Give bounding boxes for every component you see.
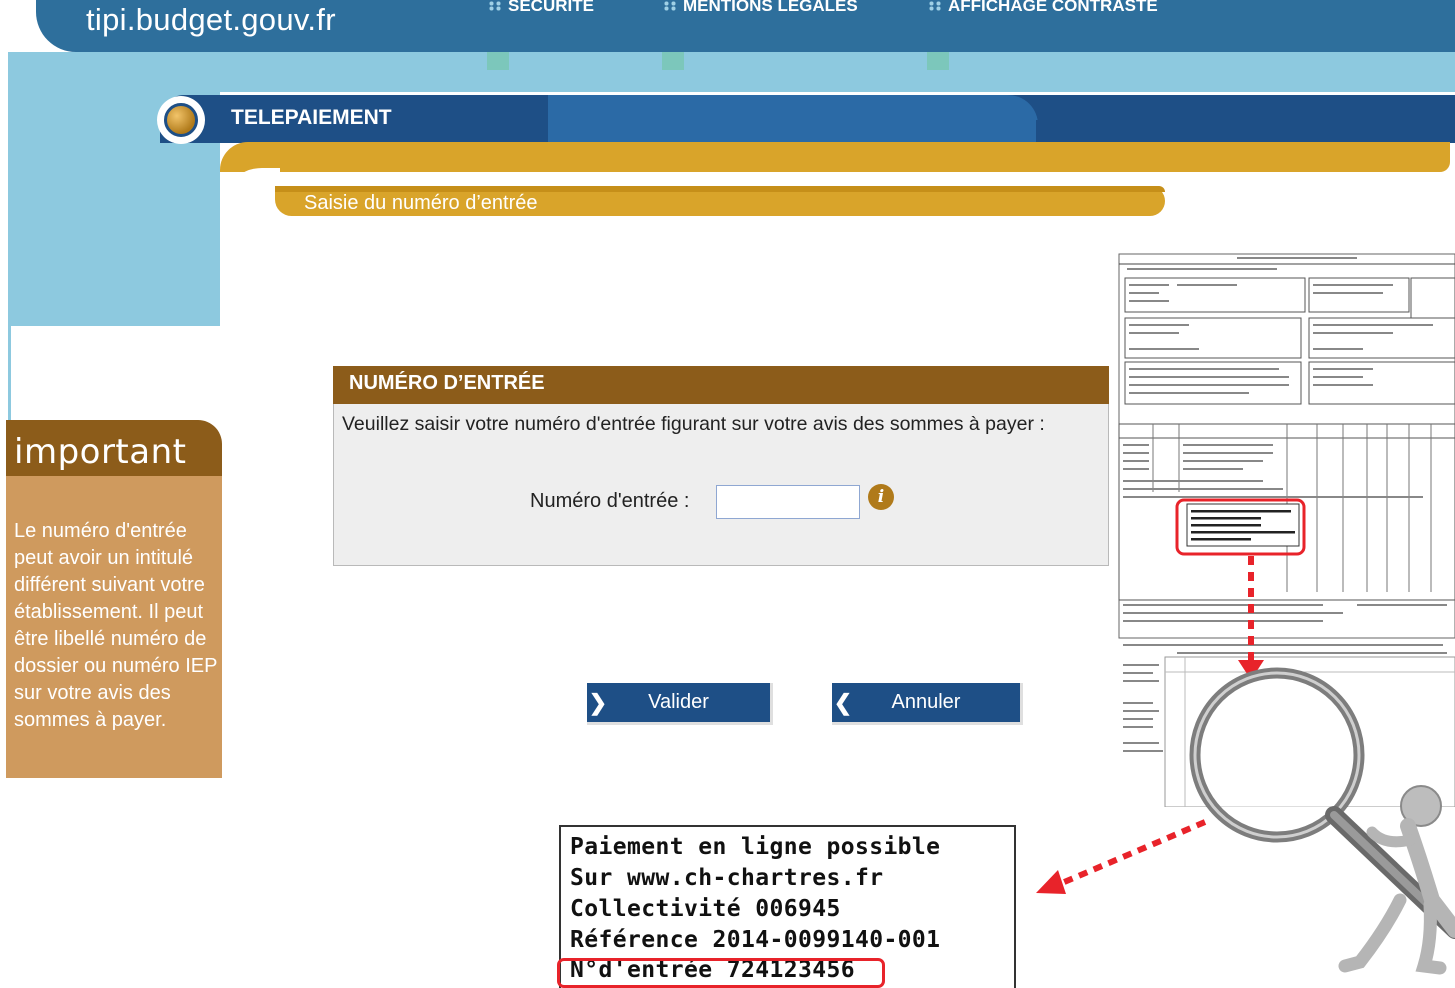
dots-icon (928, 1, 942, 11)
info-icon[interactable]: i (868, 484, 894, 510)
zoom-line-website: Sur www.ch-chartres.fr (570, 865, 884, 891)
important-text: Le numéro d'entrée peut avoir un intitul… (14, 520, 218, 731)
link-label: AFFICHAGE CONTRASTE (948, 0, 1158, 15)
payment-notice-scan (1117, 252, 1455, 807)
zoom-line-online-payment: Paiement en ligne possible (570, 834, 941, 860)
content-corner (220, 168, 280, 328)
entry-number-input[interactable] (716, 485, 860, 519)
link-label: SECURITE (508, 0, 594, 15)
entry-number-highlight (557, 958, 885, 988)
left-column-edge (8, 326, 223, 422)
dots-icon (488, 1, 502, 11)
nav-band-strip (1036, 120, 1455, 143)
cancel-button[interactable]: ❮ Annuler (832, 683, 1023, 725)
site-name[interactable]: tipi.budget.gouv.fr (86, 2, 336, 38)
link-tab-stub (662, 52, 684, 70)
chevron-right-icon: ❯ (588, 689, 608, 715)
nav-band-highlight (548, 95, 1038, 143)
entry-number-label: Numéro d'entrée : (530, 490, 690, 512)
entry-instruction: Veuillez saisir votre numéro d'entrée fi… (342, 413, 1045, 435)
zoom-line-collectivite: Collectivité 006945 (570, 896, 841, 922)
cancel-label: Annuler (891, 691, 961, 713)
link-securite[interactable]: SECURITE (488, 0, 594, 16)
link-label: MENTIONS LEGALES (683, 0, 858, 15)
validate-label: Valider (648, 691, 709, 713)
link-tab-stub (487, 52, 509, 70)
dots-icon (663, 1, 677, 11)
header-teal-band (8, 52, 1455, 92)
gold-band (220, 142, 1450, 172)
link-mentions-legales[interactable]: MENTIONS LEGALES (663, 0, 858, 16)
link-affichage-contraste[interactable]: AFFICHAGE CONTRASTE (928, 0, 1158, 16)
band-gap (220, 172, 1455, 182)
arrow-head-left-icon (1036, 870, 1066, 894)
validate-button[interactable]: ❯ Valider (587, 683, 773, 725)
nav-title: TELEPAIEMENT (231, 106, 392, 129)
chevron-left-icon: ❮ (833, 689, 853, 715)
zoom-line-reference: Référence 2014-0099140-001 (570, 927, 941, 953)
dotted-arrow-left (1060, 819, 1207, 886)
subheader-title: Saisie du numéro d’entrée (304, 192, 538, 214)
important-title: important (14, 432, 187, 472)
telepaiement-logo-icon (157, 96, 205, 144)
link-tab-stub (927, 52, 949, 70)
entry-panel-title: NUMÉRO D’ENTRÉE (349, 372, 545, 394)
